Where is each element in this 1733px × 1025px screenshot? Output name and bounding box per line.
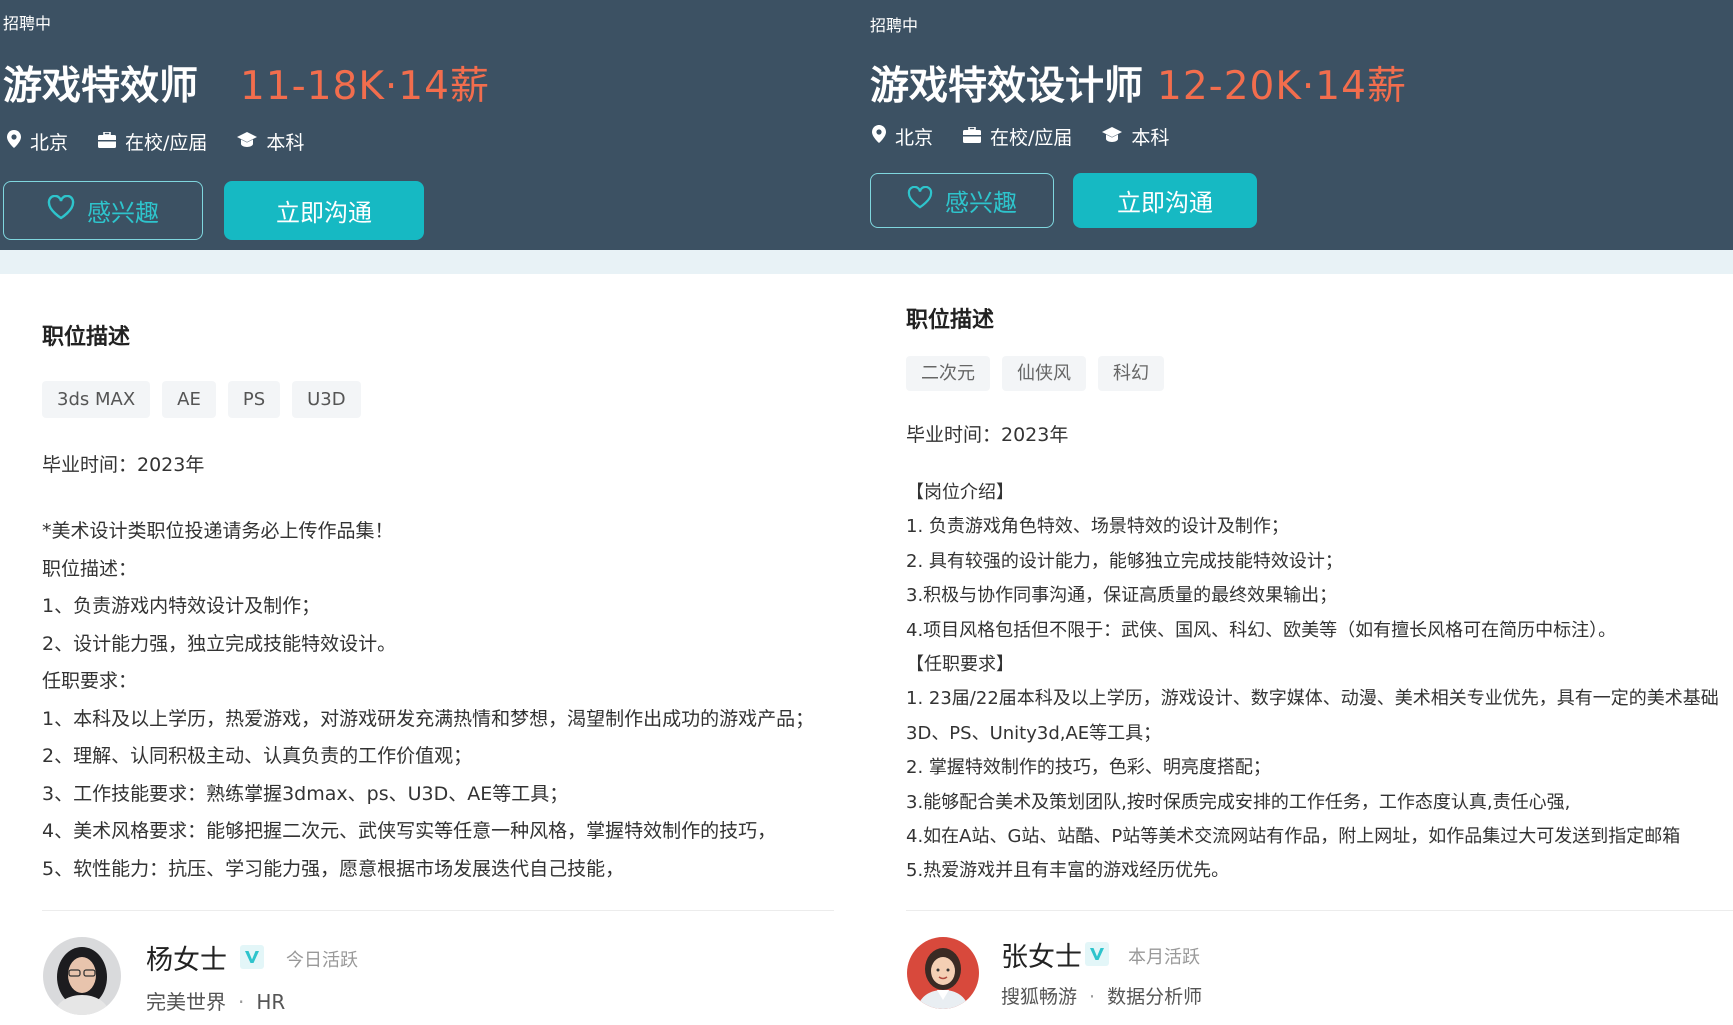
status-tag: 招聘中 xyxy=(870,16,919,35)
location-label: 北京 xyxy=(895,127,934,149)
style-tag: 科幻 xyxy=(1098,356,1164,391)
description-line: 3.积极与协作同事沟通，保证高质量的最终效果输出； xyxy=(906,585,1338,607)
description-line: 1. 23届/22届本科及以上学历，游戏设计、数字媒体、动漫、美术相关专业优先，… xyxy=(906,688,1719,710)
description-line: 任职要求： xyxy=(42,670,138,692)
recruiter-role: 数据分析师 xyxy=(1107,986,1203,1008)
recruiter-role: HR xyxy=(256,990,286,1014)
description-line: 4.如在A站、G站、站酷、P站等美术交流网站有作品，附上网址，如作品集过大可发送… xyxy=(906,826,1681,848)
description-line: 2. 具有较强的设计能力，能够独立完成技能特效设计； xyxy=(906,550,1343,572)
description-line: 2. 掌握特效制作的技巧，色彩、明亮度搭配； xyxy=(906,757,1271,779)
type-label: 在校/应届 xyxy=(990,127,1073,149)
meta-type: 在校/应届 xyxy=(963,123,1072,150)
degree-label: 本科 xyxy=(266,132,305,154)
style-tag: 仙侠风 xyxy=(1002,356,1086,391)
description-line: 【岗位介绍】 xyxy=(906,482,1014,503)
chat-button[interactable]: 立即沟通 xyxy=(224,181,424,240)
recruiter-name: 杨女士 xyxy=(146,945,227,976)
verified-badge-icon xyxy=(1085,942,1109,966)
skill-tag: U3D xyxy=(292,381,361,418)
degree-label: 本科 xyxy=(1131,127,1170,149)
section-title: 职位描述 xyxy=(906,308,995,333)
type-label: 在校/应届 xyxy=(125,132,208,154)
skill-tag: AE xyxy=(162,381,216,418)
salary: 11-18K·14薪 xyxy=(240,64,490,109)
chat-label: 立即沟通 xyxy=(1117,189,1213,217)
job-meta: 北京 在校/应届 本科 xyxy=(7,128,334,155)
description-line: *美术设计类职位投递请务必上传作品集！ xyxy=(42,520,394,542)
description-line: 3.能够配合美术及策划团队,按时保质完成安排的工作任务，工作态度认真,责任心强, xyxy=(906,791,1571,813)
recruiter-company-role: 搜狐畅游 · 数据分析师 xyxy=(1001,982,1202,1009)
graduation-cap-icon xyxy=(1102,126,1131,148)
description-line: 3D、PS、Unity3d,AE等工具； xyxy=(906,722,1162,744)
chat-button[interactable]: 立即沟通 xyxy=(1073,173,1257,228)
recruiter-avatar[interactable] xyxy=(43,937,121,1015)
description-line: 4、美术风格要求：能够把握二次元、武侠写实等任意一种风格，掌握特效制作的技巧， xyxy=(42,820,777,842)
active-status: 今日活跃 xyxy=(286,950,358,971)
job-header: 招聘中 游戏特效设计师 12-20K·14薪 北京 在校/应届 本科 感兴趣 立… xyxy=(862,0,1733,250)
salary: 12-20K·14薪 xyxy=(1157,64,1407,109)
description-line: 1、负责游戏内特效设计及制作； xyxy=(42,595,321,617)
location-pin-icon xyxy=(7,130,30,153)
recruiter-name: 张女士 xyxy=(1001,942,1082,973)
description-line: 3、工作技能要求：熟练掌握3dmax、ps、U3D、AE等工具； xyxy=(42,782,569,805)
description-line: 职位描述： xyxy=(42,557,138,580)
graduation-time: 毕业时间：2023年 xyxy=(906,424,1069,446)
briefcase-icon xyxy=(963,125,990,148)
heart-icon xyxy=(907,185,945,215)
skill-tag: 3ds MAX xyxy=(42,381,151,418)
skill-tags: 3ds MAX AE PS U3D xyxy=(42,381,373,418)
active-status: 本月活跃 xyxy=(1128,947,1200,968)
description-line: 4.项目风格包括但不限于：武侠、国风、科幻、欧美等（如有擅长风格可在简历中标注）… xyxy=(906,619,1617,641)
location-label: 北京 xyxy=(30,132,69,154)
briefcase-icon xyxy=(98,130,125,153)
job-title: 游戏特效师 xyxy=(3,64,199,109)
separator-strip xyxy=(0,250,862,274)
skill-tag: PS xyxy=(227,381,281,418)
section-title: 职位描述 xyxy=(42,325,131,350)
chat-label: 立即沟通 xyxy=(276,199,372,227)
job-title: 游戏特效设计师 xyxy=(870,64,1144,109)
description-line: 2、理解、认同积极主动、认真负责的工作价值观； xyxy=(42,745,473,767)
description-line: 【任职要求】 xyxy=(906,654,1014,676)
meta-degree: 本科 xyxy=(237,128,304,155)
job-meta: 北京 在校/应届 本科 xyxy=(872,123,1199,150)
graduation-time: 毕业时间：2023年 xyxy=(42,454,205,476)
description-line: 5.热爱游戏并且有丰富的游戏经历优先。 xyxy=(906,860,1230,882)
interest-label: 感兴趣 xyxy=(87,199,159,227)
heart-icon xyxy=(47,194,87,226)
divider xyxy=(906,910,1733,911)
job-description: 【岗位介绍】 1. 负责游戏角色特效、场景特效的设计及制作； 2. 具有较强的设计能… xyxy=(906,476,1719,889)
job-description: *美术设计类职位投递请务必上传作品集！ 职位描述： 1、负责游戏内特效设计及制作； 2… xyxy=(42,513,814,888)
meta-degree: 本科 xyxy=(1102,123,1169,150)
description-line: 1、本科及以上学历，热爱游戏，对游戏研发充满热情和梦想，渴望制作出成功的游戏产品… xyxy=(42,707,815,730)
divider xyxy=(42,910,834,911)
separator-dot: · xyxy=(238,990,245,1014)
style-tags: 二次元 仙侠风 科幻 xyxy=(906,356,1176,391)
recruiter-avatar[interactable] xyxy=(907,937,979,1009)
graduation-cap-icon xyxy=(237,131,266,153)
style-tag: 二次元 xyxy=(906,356,990,391)
interest-button[interactable]: 感兴趣 xyxy=(3,181,203,240)
separator-strip xyxy=(862,250,1733,274)
meta-type: 在校/应届 xyxy=(98,128,207,155)
meta-location: 北京 xyxy=(872,123,933,150)
description-line: 1. 负责游戏角色特效、场景特效的设计及制作； xyxy=(906,516,1289,538)
job-panel-left: 招聘中 游戏特效师 11-18K·14薪 北京 在校/应届 本科 感兴趣 立即沟… xyxy=(0,0,862,1025)
description-line: 5、软性能力：抗压、学习能力强，愿意根据市场发展迭代自己技能， xyxy=(42,857,625,880)
interest-label: 感兴趣 xyxy=(945,189,1017,217)
job-header: 招聘中 游戏特效师 11-18K·14薪 北京 在校/应届 本科 感兴趣 立即沟… xyxy=(0,0,862,250)
separator-dot: · xyxy=(1089,986,1096,1008)
job-panel-right: 招聘中 游戏特效设计师 12-20K·14薪 北京 在校/应届 本科 感兴趣 立… xyxy=(862,0,1733,1025)
meta-location: 北京 xyxy=(7,128,68,155)
recruiter-company: 完美世界 xyxy=(146,990,226,1014)
recruiter-company: 搜狐畅游 xyxy=(1001,986,1078,1008)
interest-button[interactable]: 感兴趣 xyxy=(870,173,1054,228)
status-tag: 招聘中 xyxy=(3,14,52,33)
verified-badge-icon xyxy=(240,945,264,969)
location-pin-icon xyxy=(872,125,895,148)
description-line: 2、设计能力强，独立完成技能特效设计。 xyxy=(42,632,397,655)
recruiter-company-role: 完美世界 · HR xyxy=(146,986,285,1015)
